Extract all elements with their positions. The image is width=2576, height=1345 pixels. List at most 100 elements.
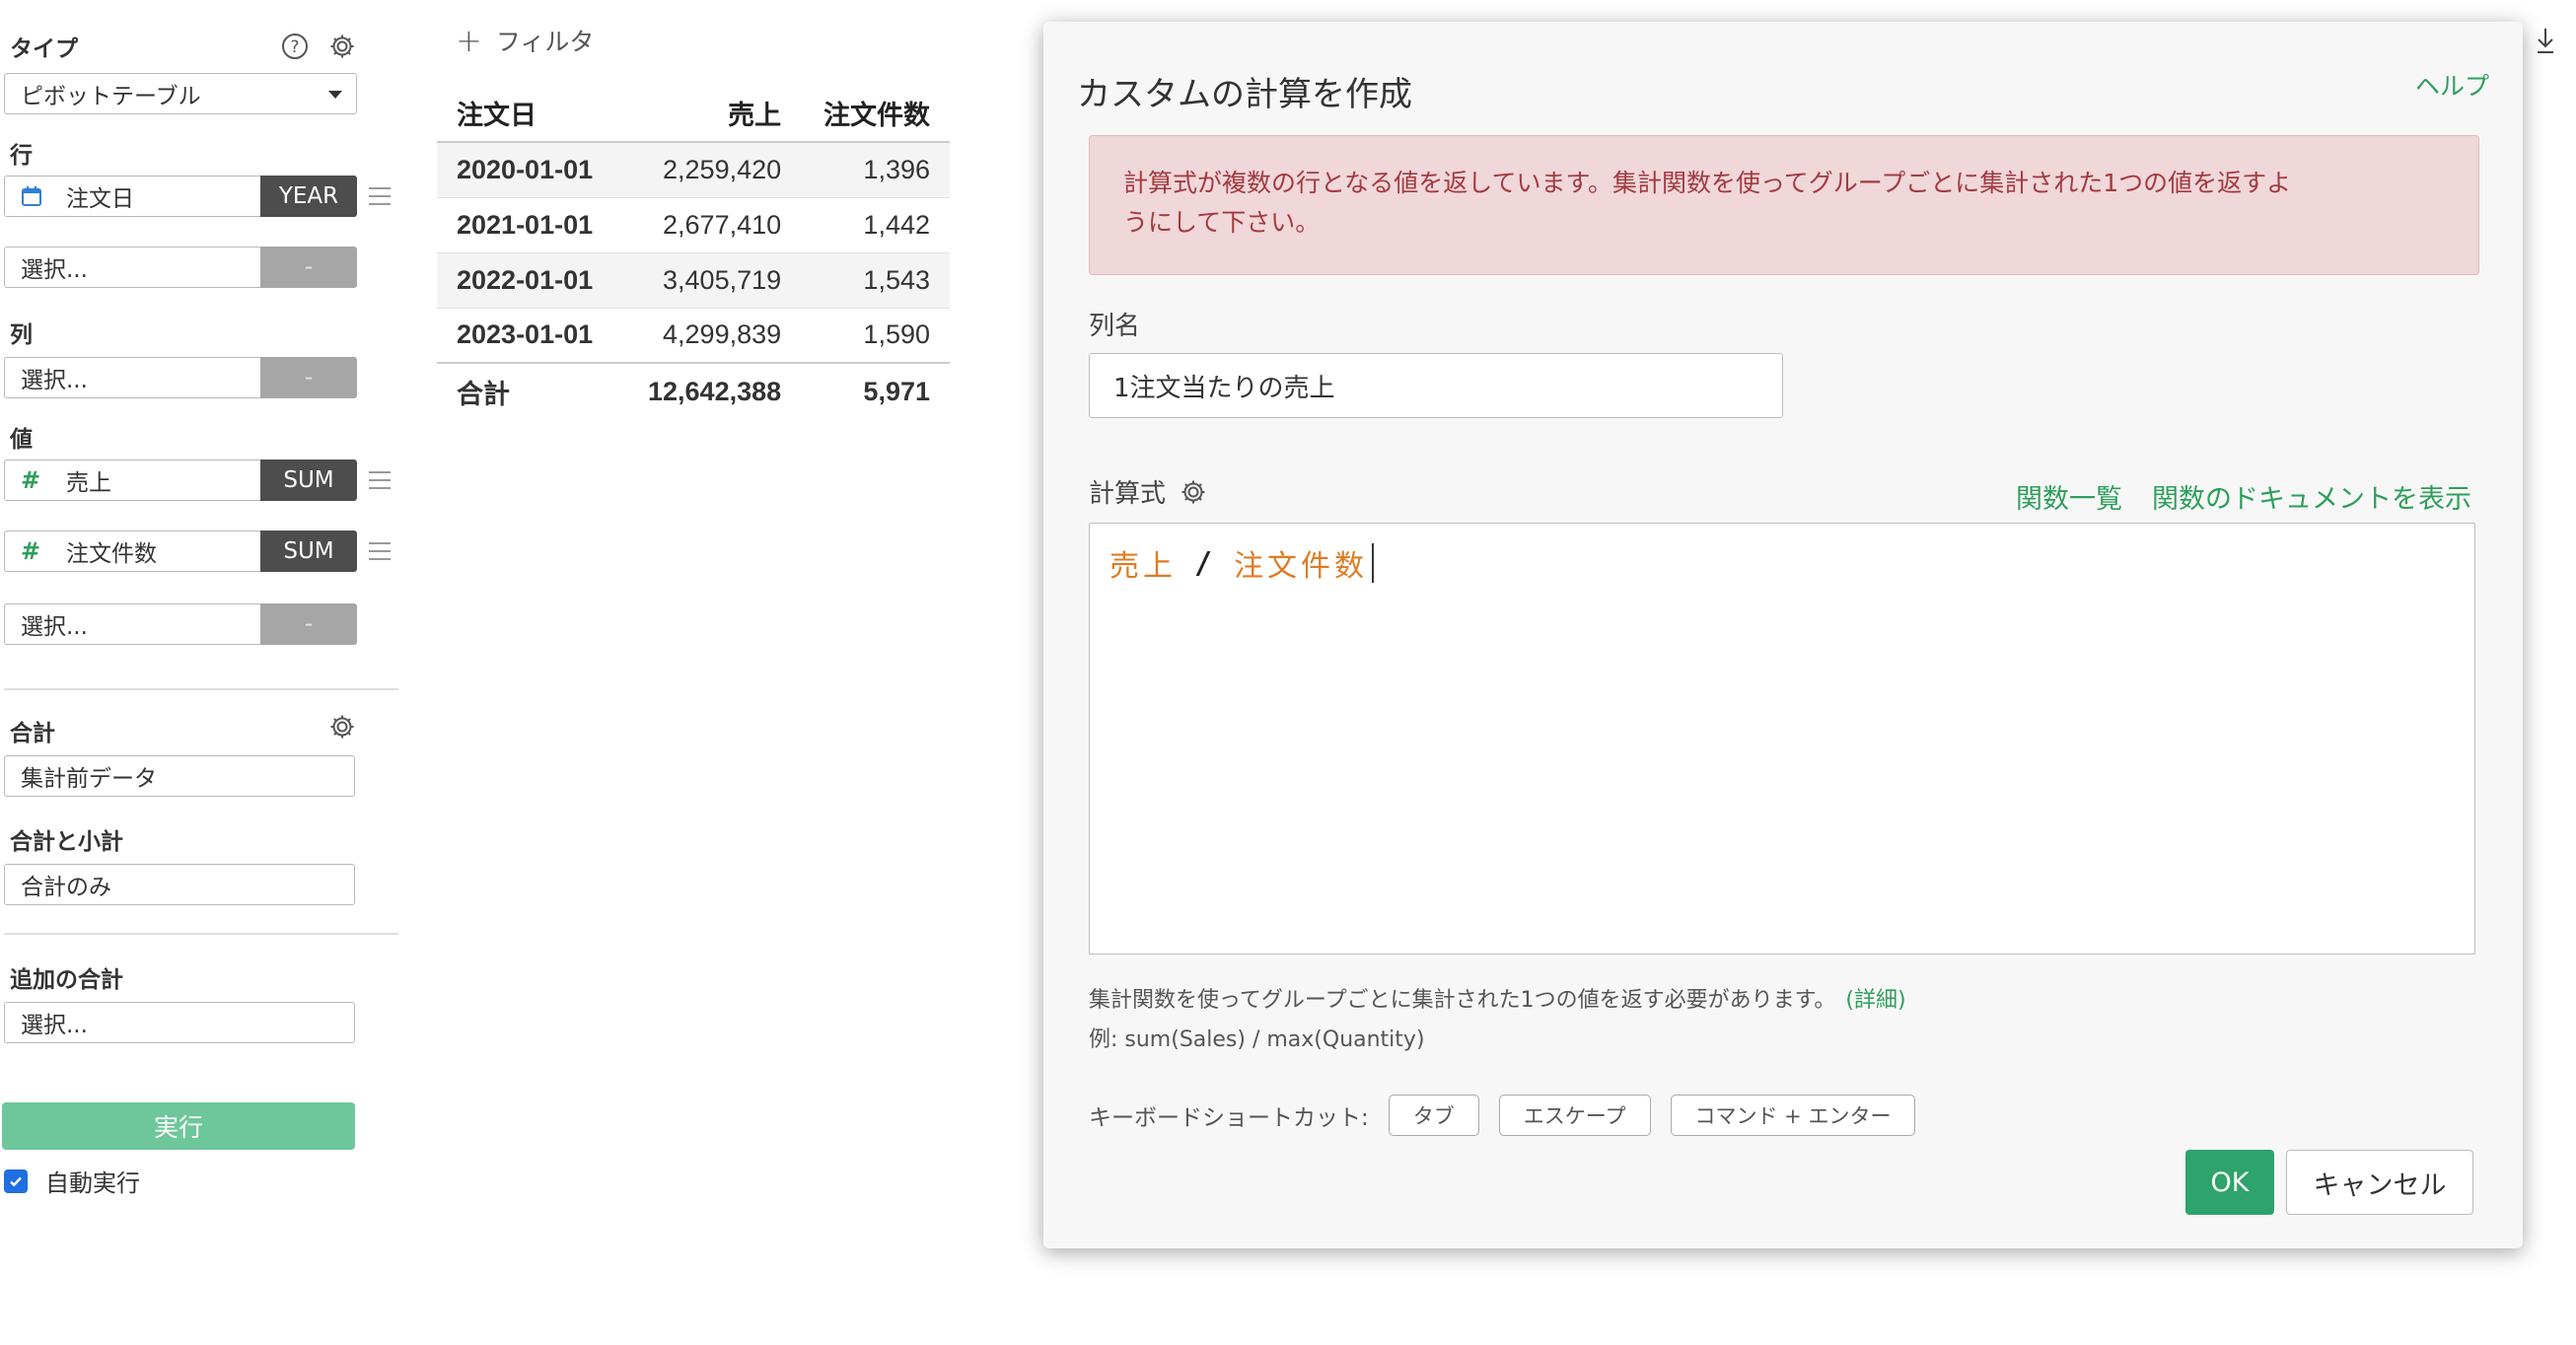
row-field-empty-button[interactable]: - (260, 247, 357, 288)
formula-links: 関数一覧 関数のドキュメントを表示 (2016, 477, 2471, 516)
rows-label: 行 (10, 143, 33, 169)
error-message-line: 計算式が複数の行となる値を返しています。集計関数を使ってグループごとに集計された… (1123, 169, 2292, 197)
total-settings-gear-icon[interactable] (327, 712, 357, 742)
extra-total-label: 追加の合計 (10, 967, 123, 993)
help-link[interactable]: ヘルプ (2415, 67, 2489, 103)
table-cell: 1,543 (801, 252, 950, 308)
value-field-agg-button[interactable]: SUM (260, 460, 357, 501)
function-docs-link[interactable]: 関数のドキュメントを表示 (2152, 477, 2471, 516)
column-field-select[interactable]: 選択... (4, 357, 260, 398)
auto-run-toggle[interactable]: 自動実行 (4, 1164, 140, 1198)
formula-field-ref: 注文件数 (1234, 549, 1369, 584)
auto-run-label: 自動実行 (45, 1169, 140, 1197)
divider (4, 933, 398, 935)
value-field-empty[interactable]: 選択... - (4, 603, 357, 645)
number-icon: # (21, 466, 41, 494)
table-cell: 1,396 (801, 142, 950, 197)
drag-handle-icon[interactable] (369, 187, 391, 205)
cancel-button[interactable]: キャンセル (2286, 1150, 2473, 1215)
table-cell: 2,259,420 (620, 142, 802, 197)
value-field-name-box[interactable]: # 注文件数 (4, 531, 260, 572)
formula-label-group: 計算式 (1089, 473, 1207, 510)
chevron-down-icon (328, 91, 342, 99)
row-field-empty[interactable]: 選択... - (4, 247, 357, 288)
chart-type-select[interactable]: ピボットテーブル (4, 73, 357, 114)
table-cell: 2023-01-01 (457, 319, 594, 350)
help-icon[interactable]: ? (280, 32, 310, 61)
pivot-header-row: 注文日 売上 注文件数 (437, 85, 950, 143)
ok-button[interactable]: OK (2185, 1150, 2274, 1215)
table-total-row: 合計 12,642,388 5,971 (437, 362, 950, 420)
table-cell: 2021-01-01 (457, 209, 594, 240)
table-cell: 1,590 (863, 319, 930, 350)
value-field-order-count[interactable]: # 注文件数 SUM (4, 531, 357, 572)
shortcut-escape-key: エスケープ (1498, 1095, 1651, 1136)
shortcuts-label: キーボードショートカット: (1089, 1105, 1369, 1131)
subtotal-label: 合計と小計 (10, 829, 123, 855)
type-settings-gear-icon[interactable] (327, 32, 357, 61)
value-field-name: 売上 (66, 470, 111, 496)
auto-run-checkbox[interactable] (4, 1168, 28, 1193)
download-icon[interactable] (2535, 26, 2556, 55)
text-cursor (1372, 543, 1375, 583)
row-field-order-date[interactable]: 注文日 YEAR (4, 176, 357, 217)
total-source-select[interactable]: 集計前データ (4, 755, 355, 797)
formula-settings-gear-icon[interactable] (1180, 478, 1207, 506)
table-cell: 1,442 (863, 209, 930, 240)
pivot-header-cell[interactable]: 注文日 (437, 85, 621, 143)
value-field-agg-button[interactable]: SUM (260, 531, 357, 572)
chart-type-value: ピボットテーブル (21, 84, 201, 109)
formula-editor[interactable]: 売上 / 注文件数 (1089, 523, 2475, 955)
drag-handle-icon[interactable] (369, 471, 391, 489)
pivot-table: 注文日 売上 注文件数 2020-01-01 2,259,420 1,396 2… (437, 85, 950, 420)
run-button[interactable]: 実行 (2, 1102, 355, 1150)
row-field-agg-button[interactable]: YEAR (260, 176, 357, 217)
table-total-cell: 12,642,388 (620, 362, 802, 420)
formula-label: 計算式 (1089, 479, 1167, 509)
table-row: 2023-01-01 4,299,839 1,590 (437, 308, 950, 363)
shortcut-command-enter-key: コマンド + エンター (1670, 1095, 1916, 1136)
value-field-sales[interactable]: # 売上 SUM (4, 460, 357, 501)
drag-handle-icon[interactable] (369, 542, 391, 560)
number-icon: # (21, 537, 41, 565)
pivot-header-cell[interactable]: 注文件数 (801, 85, 950, 143)
extra-total-select[interactable]: 選択... (4, 1002, 355, 1043)
svg-text:?: ? (290, 37, 299, 57)
value-field-empty-button[interactable]: - (260, 603, 357, 645)
subtotal-select[interactable]: 合計のみ (4, 864, 355, 905)
row-field-select[interactable]: 選択... (4, 247, 260, 288)
divider (4, 688, 398, 690)
columns-label: 列 (10, 322, 33, 348)
shortcut-tab-key: タブ (1388, 1095, 1479, 1136)
function-list-link[interactable]: 関数一覧 (2016, 477, 2122, 516)
column-field-empty[interactable]: 選択... - (4, 357, 357, 398)
add-filter-button[interactable]: + フィルタ (456, 22, 594, 59)
aggregation-hint: 集計関数を使ってグループごとに集計された1つの値を返す必要があります。 (詳細) (1089, 982, 1906, 1014)
value-field-name-box[interactable]: # 売上 (4, 460, 260, 501)
value-field-select[interactable]: 選択... (4, 603, 260, 645)
dialog-title: カスタムの計算を作成 (1077, 75, 1412, 114)
column-name-label: 列名 (1089, 312, 1141, 341)
table-total-cell: 5,971 (801, 362, 950, 420)
table-row: 2020-01-01 2,259,420 1,396 (437, 142, 950, 197)
table-cell: 3,405,719 (620, 252, 802, 308)
table-cell: 4,299,839 (663, 319, 782, 350)
hint-details-link[interactable]: (詳細) (1845, 988, 1905, 1013)
add-filter-label: フィルタ (495, 28, 595, 56)
error-alert: 計算式が複数の行となる値を返しています。集計関数を使ってグループごとに集計された… (1089, 135, 2479, 275)
keyboard-shortcuts: キーボードショートカット: タブ エスケープ コマンド + エンター (1089, 1095, 1916, 1136)
pivot-config-sidebar: タイプ ? ピボットテーブル 行 注文日 YEAR 選択... - 列 選択..… (0, 0, 404, 1345)
total-label: 合計 (10, 721, 55, 746)
formula-field-ref: 売上 (1109, 549, 1177, 584)
pivot-header-cell[interactable]: 売上 (620, 85, 802, 143)
row-field-name-box[interactable]: 注文日 (4, 176, 260, 217)
plus-icon: + (456, 22, 482, 59)
table-row: 2021-01-01 2,677,410 1,442 (437, 197, 950, 252)
aggregation-hint-text: 集計関数を使ってグループごとに集計された1つの値を返す必要があります。 (1089, 988, 1836, 1013)
column-name-input[interactable]: 1注文当たりの売上 (1089, 353, 1783, 418)
check-icon (10, 1176, 22, 1186)
formula-operator: / (1194, 545, 1217, 581)
table-total-cell: 合計 (437, 362, 621, 420)
column-field-empty-button[interactable]: - (260, 357, 357, 398)
table-cell: 2020-01-01 (437, 142, 621, 197)
